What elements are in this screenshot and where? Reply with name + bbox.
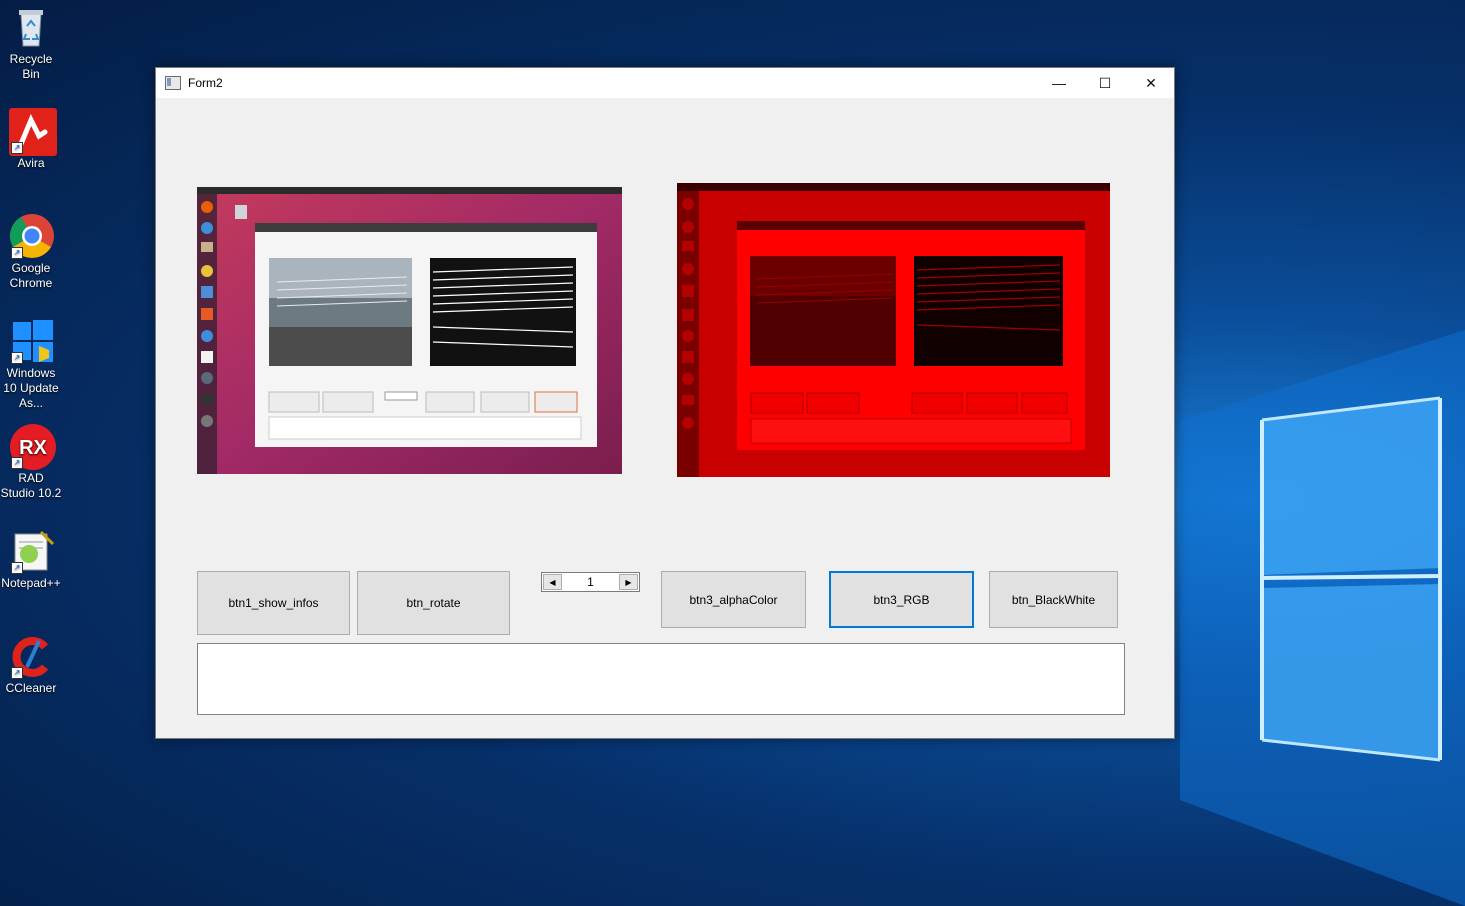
form2-window: Form2 — ☐ ✕ btn1_show_infos btn_rotate ◀… <box>155 67 1175 739</box>
show-infos-button[interactable]: btn1_show_infos <box>197 571 350 635</box>
ccleaner-icon: ↗ <box>9 633 53 679</box>
windows-update-icon: ↗ <box>9 318 53 364</box>
alpha-color-button[interactable]: btn3_alphaColor <box>661 571 806 628</box>
close-button[interactable]: ✕ <box>1128 68 1174 98</box>
title-bar[interactable]: Form2 — ☐ ✕ <box>156 68 1174 98</box>
black-white-button[interactable]: btn_BlackWhite <box>989 571 1118 628</box>
spinner-value[interactable]: 1 <box>564 575 617 589</box>
original-image <box>197 187 622 474</box>
recycle-bin-icon <box>9 4 53 48</box>
output-memo[interactable] <box>197 643 1125 715</box>
desktop-icon-windows-update[interactable]: ↗ Windows 10 Update As... <box>0 318 62 411</box>
desktop-icon-google-chrome[interactable]: ↗ Google Chrome <box>0 213 62 291</box>
desktop-icon-avira[interactable]: ↗ Avira <box>0 108 62 171</box>
rgb-button[interactable]: btn3_RGB <box>829 571 974 628</box>
rad-studio-icon: RX ↗ <box>9 423 56 470</box>
spinner-left-arrow[interactable]: ◀ <box>543 574 562 590</box>
desktop-icon-rad-studio[interactable]: RX ↗ RAD Studio 10.2 <box>0 423 62 501</box>
filtered-image <box>677 183 1110 477</box>
value-spinner[interactable]: ◀ 1 ▶ <box>541 572 640 592</box>
notepad-plus-plus-icon: ↗ <box>9 528 55 574</box>
chrome-icon: ↗ <box>9 213 54 259</box>
minimize-button[interactable]: — <box>1036 68 1082 98</box>
avira-icon: ↗ <box>9 108 57 156</box>
rotate-button[interactable]: btn_rotate <box>357 571 510 635</box>
window-title: Form2 <box>188 76 223 90</box>
svg-text:RX: RX <box>19 437 47 459</box>
desktop-icon-recycle-bin[interactable]: Recycle Bin <box>0 4 62 82</box>
desktop-icon-notepad-plus-plus[interactable]: ↗ Notepad++ <box>0 528 62 591</box>
maximize-button[interactable]: ☐ <box>1082 68 1128 98</box>
app-icon <box>165 76 181 90</box>
spinner-right-arrow[interactable]: ▶ <box>619 574 638 590</box>
desktop-icon-ccleaner[interactable]: ↗ CCleaner <box>0 633 62 696</box>
